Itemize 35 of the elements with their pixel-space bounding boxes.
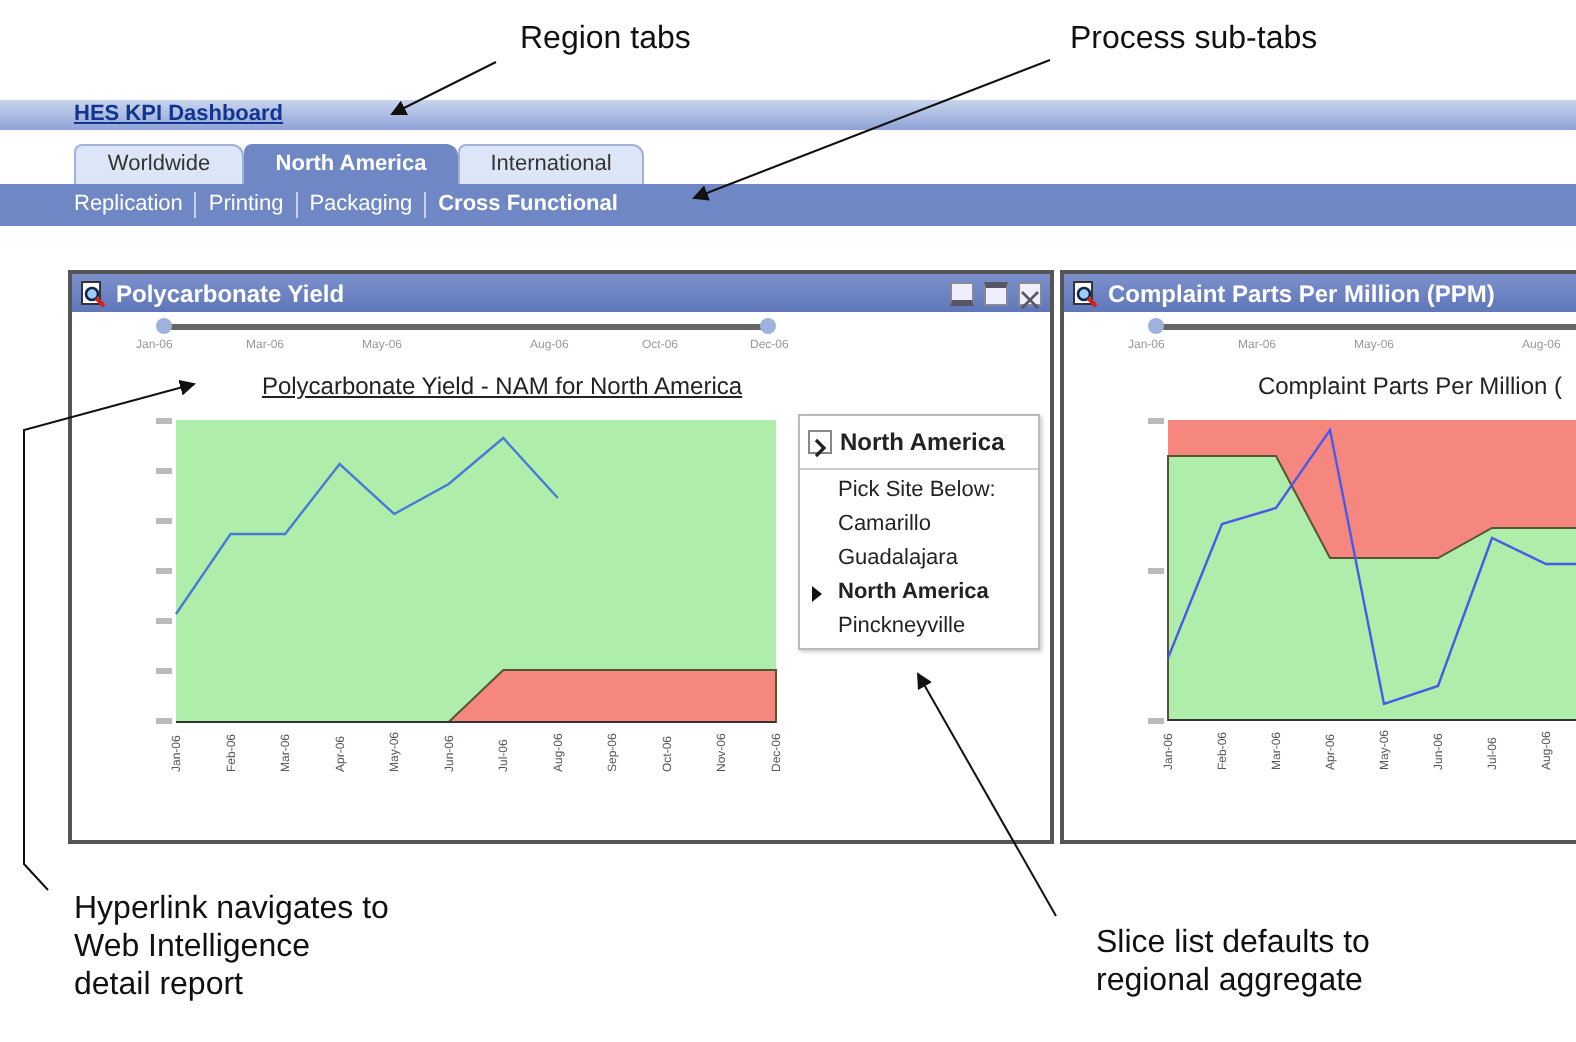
sub-tab[interactable]: Packaging bbox=[295, 192, 425, 218]
report-link[interactable]: Polycarbonate Yield - NAM for North America bbox=[261, 372, 743, 400]
chevron-icon bbox=[810, 437, 830, 458]
selected-marker-icon bbox=[812, 585, 822, 601]
region-tab[interactable]: Worldwide bbox=[74, 144, 244, 184]
sub-tab[interactable]: Printing bbox=[194, 192, 296, 218]
list-item[interactable]: Pinckneyville bbox=[800, 609, 1038, 643]
slider-handle[interactable] bbox=[156, 318, 172, 334]
region-tab[interactable]: International bbox=[458, 144, 644, 184]
chart-title: Complaint Parts Per Million ( bbox=[1255, 370, 1565, 404]
sub-tab[interactable]: Cross Functional bbox=[424, 192, 630, 218]
close-icon bbox=[1020, 289, 1040, 310]
annotation-text: Slice list defaults to regional aggregate bbox=[1096, 924, 1370, 1000]
list-item[interactable]: Guadalajara bbox=[800, 541, 1038, 575]
sub-tab[interactable]: Replication bbox=[74, 192, 195, 218]
slice-list-header: North America bbox=[840, 425, 1005, 459]
list-item[interactable]: North America bbox=[800, 575, 1038, 609]
panel-title: Complaint Parts Per Million (PPM) bbox=[1108, 277, 1495, 311]
region-tab[interactable]: North America bbox=[244, 144, 458, 184]
prompt-text: Pick Site Below: bbox=[836, 475, 998, 505]
close-button[interactable] bbox=[1018, 281, 1042, 305]
annotation-text: Hyperlink navigates to Web Intelligence detail report bbox=[74, 890, 389, 1004]
magnifier-document-icon bbox=[1072, 279, 1098, 307]
magnifier-document-icon bbox=[80, 279, 106, 307]
list-item[interactable]: Camarillo bbox=[800, 507, 1038, 541]
annotation-text: Process sub-tabs bbox=[1070, 20, 1318, 58]
maximize-button[interactable] bbox=[984, 281, 1008, 305]
slider-handle[interactable] bbox=[760, 318, 776, 334]
panel-title: Polycarbonate Yield bbox=[116, 277, 345, 311]
minimize-button[interactable] bbox=[950, 281, 974, 305]
expand-button[interactable] bbox=[808, 429, 832, 453]
dashboard-link[interactable]: HES KPI Dashboard bbox=[74, 102, 284, 126]
callout-arrow bbox=[390, 61, 497, 115]
annotation-text: Region tabs bbox=[520, 20, 691, 58]
slider-handle[interactable] bbox=[1148, 318, 1164, 334]
